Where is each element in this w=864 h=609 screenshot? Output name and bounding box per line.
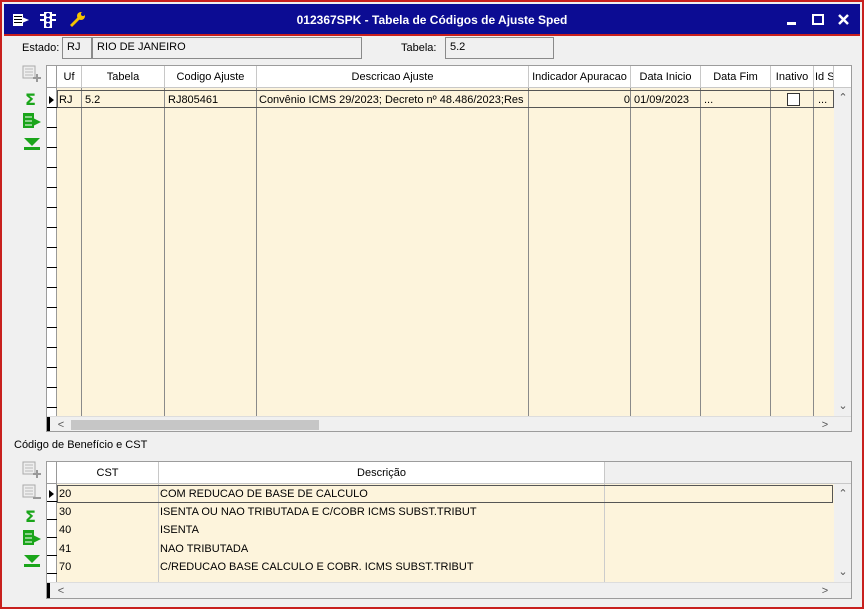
main-window: 012367SPK - Tabela de Códigos de Ajuste …: [0, 0, 864, 609]
cell-descricao[interactable]: Convênio ICMS 29/2023; Decreto nº 48.486…: [259, 91, 529, 109]
table-row[interactable]: RJ 5.2 RJ805461 Convênio ICMS 29/2023; D…: [57, 90, 834, 108]
col-descricao[interactable]: Descrição: [159, 462, 605, 484]
window-title: 012367SPK - Tabela de Códigos de Ajuste …: [296, 13, 568, 27]
col-data-fim[interactable]: Data Fim: [701, 66, 771, 88]
horizontal-scrollbar[interactable]: < >: [47, 582, 851, 598]
header-filler: [605, 462, 851, 484]
cell-uf[interactable]: RJ: [59, 91, 82, 109]
table-row[interactable]: 41 NAO TRIBUTADA: [57, 540, 833, 558]
export-icon[interactable]: [21, 112, 43, 130]
cell-descricao[interactable]: ISENTA: [160, 521, 600, 539]
scroll-down-icon[interactable]: ⌄: [835, 398, 851, 414]
add-record-icon[interactable]: [21, 461, 43, 479]
vertical-scrollbar[interactable]: ⌃ ⌄: [834, 88, 851, 416]
inativo-checkbox[interactable]: [787, 93, 800, 106]
scroll-left-icon[interactable]: <: [53, 583, 69, 598]
table-row[interactable]: 40 ISENTA: [57, 521, 833, 539]
horizontal-scrollbar[interactable]: < >: [47, 416, 851, 431]
cell-descricao[interactable]: C/REDUCAO BASE CALCULO E COBR. ICMS SUBS…: [160, 558, 600, 576]
col-cst[interactable]: CST: [57, 462, 159, 484]
remove-record-icon[interactable]: [21, 484, 43, 502]
sum-icon[interactable]: Σ: [21, 507, 43, 525]
maximize-button[interactable]: [810, 12, 826, 28]
export-icon[interactable]: [21, 529, 43, 547]
cell-data-inicio[interactable]: 01/09/2023: [634, 91, 702, 109]
col-indicador-apuracao[interactable]: Indicador Apuracao: [529, 66, 631, 88]
table-row[interactable]: 70 C/REDUCAO BASE CALCULO E COBR. ICMS S…: [57, 558, 833, 576]
sum-icon[interactable]: Σ: [21, 90, 43, 108]
cell-indicador[interactable]: 0: [530, 91, 630, 109]
estado-name-field[interactable]: RIO DE JANEIRO: [92, 37, 362, 59]
row-indicator-column: [47, 66, 57, 416]
add-record-icon[interactable]: [21, 65, 43, 83]
estado-label: Estado:: [22, 42, 60, 54]
cell-descricao[interactable]: COM REDUCAO DE BASE DE CALCULO: [160, 486, 600, 504]
scroll-right-icon[interactable]: >: [817, 583, 833, 598]
header-filler: [834, 66, 851, 88]
col-tabela[interactable]: Tabela: [82, 66, 165, 88]
estado-code-field[interactable]: RJ: [62, 37, 92, 59]
col-data-inicio[interactable]: Data Inicio: [631, 66, 701, 88]
cell-cst[interactable]: 41: [59, 540, 154, 558]
filter-down-icon[interactable]: [21, 135, 43, 153]
svg-text:Σ: Σ: [25, 507, 36, 525]
cell-cst[interactable]: 40: [59, 521, 154, 539]
scroll-down-icon[interactable]: ⌄: [835, 564, 851, 580]
scroll-right-icon[interactable]: >: [817, 417, 833, 431]
ajuste-grid: Uf Tabela Codigo Ajuste Descricao Ajuste…: [46, 65, 852, 432]
minimize-icon: [787, 22, 796, 25]
scrollbar-thumb[interactable]: [71, 420, 319, 430]
scroll-up-icon[interactable]: ⌃: [835, 486, 851, 502]
cell-descricao[interactable]: ISENTA OU NAO TRIBUTADA E C/COBR ICMS SU…: [160, 503, 600, 521]
cell-descricao[interactable]: NAO TRIBUTADA: [160, 540, 600, 558]
maximize-icon: [812, 14, 824, 25]
tabela-label: Tabela:: [401, 42, 437, 54]
row-indicator-column: [47, 462, 57, 582]
title-bar: 012367SPK - Tabela de Códigos de Ajuste …: [4, 4, 860, 36]
col-id[interactable]: Id S: [814, 66, 834, 88]
section-title: Código de Benefício e CST: [14, 439, 148, 451]
cell-tabela[interactable]: 5.2: [85, 91, 165, 109]
cell-data-fim[interactable]: ...: [704, 91, 770, 109]
tabela-field[interactable]: 5.2: [445, 37, 554, 59]
cell-cst[interactable]: 20: [59, 486, 154, 504]
col-descricao-ajuste[interactable]: Descricao Ajuste: [257, 66, 529, 88]
table-row[interactable]: 30 ISENTA OU NAO TRIBUTADA E C/COBR ICMS…: [57, 503, 833, 521]
cst-grid: CST Descrição 20 COM REDUCAO DE BASE DE …: [46, 461, 852, 599]
cell-cst[interactable]: 70: [59, 558, 154, 576]
cell-id[interactable]: ...: [818, 91, 834, 109]
col-uf[interactable]: Uf: [57, 66, 82, 88]
filter-down-icon[interactable]: [21, 552, 43, 570]
close-icon: [838, 14, 849, 25]
scroll-up-icon[interactable]: ⌃: [835, 90, 851, 106]
close-button[interactable]: [836, 12, 852, 28]
cell-codigo[interactable]: RJ805461: [168, 91, 258, 109]
minimize-button[interactable]: [784, 12, 800, 28]
col-inativo[interactable]: Inativo: [771, 66, 814, 88]
col-codigo-ajuste[interactable]: Codigo Ajuste: [165, 66, 257, 88]
scroll-left-icon[interactable]: <: [53, 417, 69, 431]
table-row[interactable]: 20 COM REDUCAO DE BASE DE CALCULO: [57, 485, 833, 503]
vertical-scrollbar[interactable]: ⌃ ⌄: [834, 484, 851, 582]
svg-text:Σ: Σ: [25, 90, 36, 108]
cell-cst[interactable]: 30: [59, 503, 154, 521]
